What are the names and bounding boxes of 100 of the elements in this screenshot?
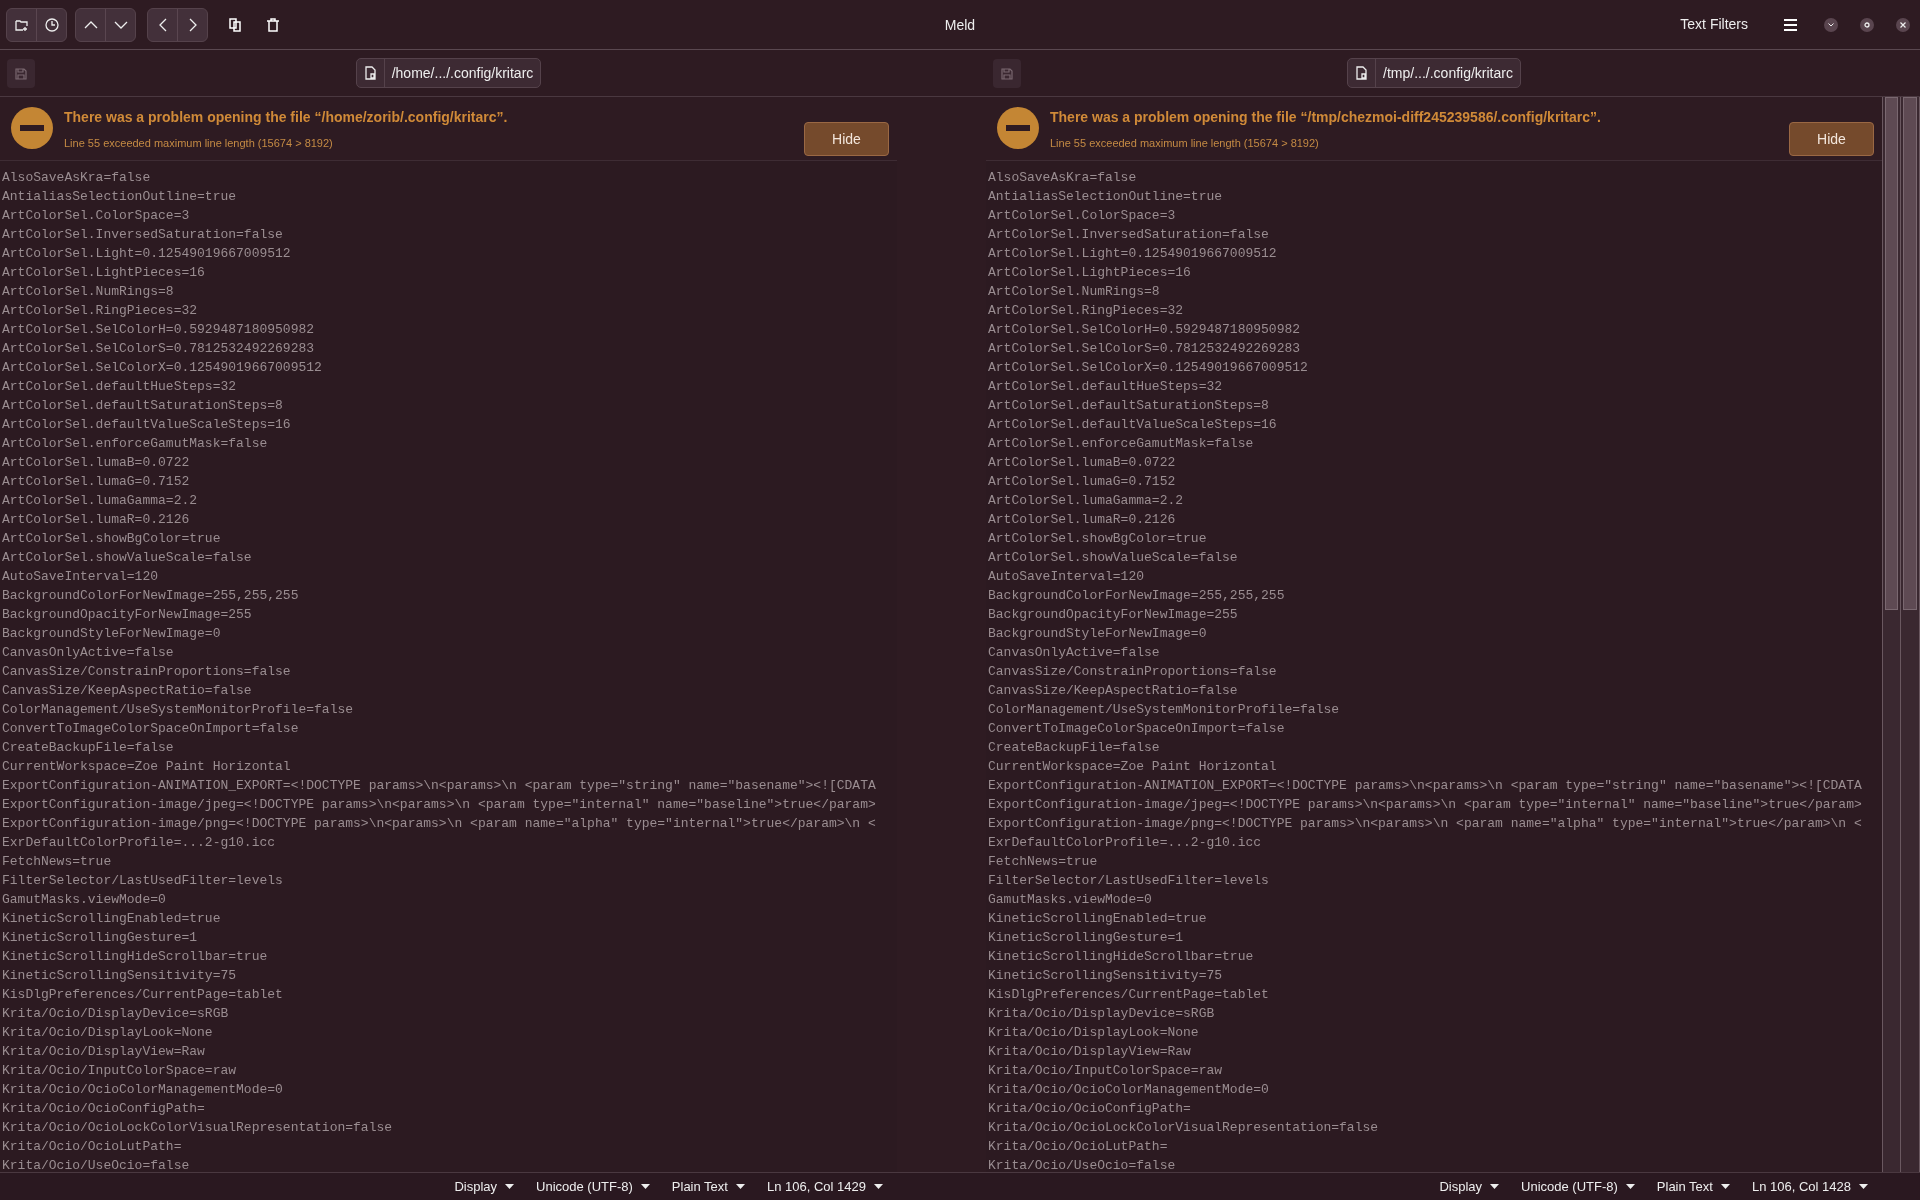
code-line: ArtColorSel.RingPieces=32 (988, 302, 1184, 320)
error-title: There was a problem opening the file “/home/zorib/.config/kritarc”. (64, 108, 508, 127)
minimize-button[interactable] (1824, 17, 1838, 32)
scrollbar[interactable] (1882, 97, 1901, 1172)
error-detail: Line 55 exceeded maximum line length (15674 > 8192) (64, 136, 334, 151)
code-line: ArtColorSel.SelColorS=0.7812532492269283 (2, 340, 315, 358)
code-line: ArtColorSel.defaultHueSteps=32 (988, 378, 1223, 396)
code-line: BackgroundOpacityForNewImage=255 (988, 606, 1238, 624)
code-line: ConvertToImageColorSpaceOnImport=false (988, 720, 1285, 738)
code-line: KineticScrollingSensitivity=75 (2, 967, 237, 985)
code-line: Krita/Ocio/OcioLutPath= (2, 1138, 182, 1156)
code-line: ArtColorSel.NumRings=8 (2, 283, 174, 301)
code-line: FilterSelector/LastUsedFilter=levels (988, 872, 1269, 890)
status-dropdown[interactable]: Display (1439, 1176, 1500, 1197)
code-line: ColorManagement/UseSystemMonitorProfile=false (988, 701, 1340, 719)
code-line: KisDlgPreferences/CurrentPage=tablet (2, 986, 283, 1004)
file-path-button[interactable]: /tmp/.../.config/kritarc (1347, 58, 1521, 88)
file-icon (1356, 66, 1368, 80)
close-button[interactable] (1896, 17, 1910, 32)
caret-icon (1490, 1184, 1500, 1189)
code-line: ArtColorSel.LightPieces=16 (988, 264, 1191, 282)
save-button[interactable] (993, 59, 1021, 88)
status-dropdown[interactable]: Ln 106, Col 1428 (1751, 1176, 1868, 1197)
caret-icon (640, 1184, 650, 1189)
code-line: CanvasSize/ConstrainProportions=false (988, 663, 1277, 681)
text-editor[interactable] (0, 160, 897, 1172)
new-folder-icon (14, 17, 29, 32)
status-dropdown[interactable]: Plain Text (671, 1176, 745, 1197)
code-line: BackgroundStyleForNewImage=0 (2, 625, 221, 643)
code-line: Krita/Ocio/OcioLutPath= (988, 1138, 1168, 1156)
status-dropdown[interactable]: Unicode (UTF-8) (536, 1176, 650, 1197)
status-dropdown[interactable]: Unicode (UTF-8) (1521, 1176, 1635, 1197)
code-line: CurrentWorkspace=Zoe Paint Horizontal (2, 758, 291, 776)
code-line: BackgroundColorForNewImage=255,255,255 (2, 587, 299, 605)
code-line: ArtColorSel.defaultHueSteps=32 (2, 378, 237, 396)
text-editor[interactable] (986, 160, 1882, 1172)
code-line: Krita/Ocio/OcioColorManagementMode=0 (988, 1081, 1269, 1099)
code-line: ArtColorSel.LightPieces=16 (2, 264, 205, 282)
code-line: ArtColorSel.InversedSaturation=false (988, 226, 1269, 244)
code-line: KineticScrollingHideScrollbar=true (988, 948, 1254, 966)
scrollbar[interactable] (1901, 97, 1920, 1172)
code-line: AutoSaveInterval=120 (2, 568, 159, 586)
code-line: KineticScrollingEnabled=true (2, 910, 221, 928)
chevron-down-icon (1828, 22, 1834, 27)
caret-icon (735, 1184, 745, 1189)
save-icon (1001, 67, 1013, 80)
status-dropdown[interactable]: Display (454, 1176, 515, 1197)
file-path-button[interactable]: /home/.../.config/kritarc (355, 58, 542, 88)
error-icon (11, 107, 53, 149)
code-line: CreateBackupFile=false (988, 739, 1160, 757)
code-line: ArtColorSel.SelColorH=0.5929487180950982 (988, 321, 1301, 339)
code-line: AntialiasSelectionOutline=true (2, 188, 237, 206)
chevron-right-icon (188, 17, 197, 32)
code-line: CurrentWorkspace=Zoe Paint Horizontal (988, 758, 1277, 776)
code-line: AlsoSaveAsKra=false (988, 169, 1137, 187)
status-dropdown[interactable]: Plain Text (1656, 1176, 1730, 1197)
code-line: KineticScrollingHideScrollbar=true (2, 948, 268, 966)
code-line: ArtColorSel.lumaGamma=2.2 (988, 492, 1184, 510)
code-line: AutoSaveInterval=120 (988, 568, 1145, 586)
status-dropdown[interactable]: Ln 106, Col 1429 (766, 1176, 883, 1197)
clock-icon (44, 17, 59, 32)
code-line: Krita/Ocio/DisplayView=Raw (2, 1043, 205, 1061)
code-line: ArtColorSel.lumaGamma=2.2 (2, 492, 198, 510)
code-line: ArtColorSel.SelColorX=0.12549019667009512 (988, 359, 1308, 377)
code-line: Krita/Ocio/DisplayDevice=sRGB (2, 1005, 229, 1023)
code-line: GamutMasks.viewMode=0 (988, 891, 1152, 909)
text-filters-button[interactable]: Text Filters (1674, 8, 1754, 41)
code-line: ArtColorSel.defaultValueScaleSteps=16 (2, 416, 291, 434)
code-line: AlsoSaveAsKra=false (2, 169, 151, 187)
caret-icon (1720, 1184, 1730, 1189)
code-line: Krita/Ocio/OcioConfigPath= (988, 1100, 1191, 1118)
code-line: ArtColorSel.showBgColor=true (2, 530, 221, 548)
code-line: BackgroundStyleForNewImage=0 (988, 625, 1207, 643)
code-line: CanvasSize/KeepAspectRatio=false (2, 682, 252, 700)
error-detail: Line 55 exceeded maximum line length (15674 > 8192) (1050, 136, 1320, 151)
code-line: ArtColorSel.InversedSaturation=false (2, 226, 283, 244)
code-line: BackgroundColorForNewImage=255,255,255 (988, 587, 1285, 605)
code-line: KisDlgPreferences/CurrentPage=tablet (988, 986, 1269, 1004)
caret-icon (1859, 1184, 1868, 1189)
code-line: Krita/Ocio/OcioLockColorVisualRepresentation=false (2, 1119, 393, 1137)
code-line: Krita/Ocio/UseOcio=false (2, 1157, 190, 1172)
chevron-down-icon (113, 20, 128, 29)
code-line: ExportConfiguration-image/jpeg=<!DOCTYPE params>\n<params>\n <param type="internal" name="baseline">true</param> (988, 796, 1862, 814)
code-line: ArtColorSel.showBgColor=true (988, 530, 1207, 548)
code-line: ArtColorSel.showValueScale=false (988, 549, 1238, 567)
code-line: ArtColorSel.ColorSpace=3 (2, 207, 190, 225)
code-line: AntialiasSelectionOutline=true (988, 188, 1223, 206)
code-line: CanvasSize/ConstrainProportions=false (2, 663, 291, 681)
error-icon (997, 107, 1039, 149)
code-line: ArtColorSel.enforceGamutMask=false (988, 435, 1254, 453)
save-button[interactable] (7, 59, 35, 88)
code-line: Krita/Ocio/OcioColorManagementMode=0 (2, 1081, 283, 1099)
hide-button[interactable]: Hide (804, 122, 889, 156)
code-line: FetchNews=true (2, 853, 112, 871)
caret-icon (505, 1184, 515, 1189)
code-line: Krita/Ocio/DisplayView=Raw (988, 1043, 1191, 1061)
code-line: ArtColorSel.RingPieces=32 (2, 302, 198, 320)
maximize-button[interactable] (1860, 17, 1874, 32)
hide-button[interactable]: Hide (1789, 122, 1874, 156)
code-line: ArtColorSel.NumRings=8 (988, 283, 1160, 301)
